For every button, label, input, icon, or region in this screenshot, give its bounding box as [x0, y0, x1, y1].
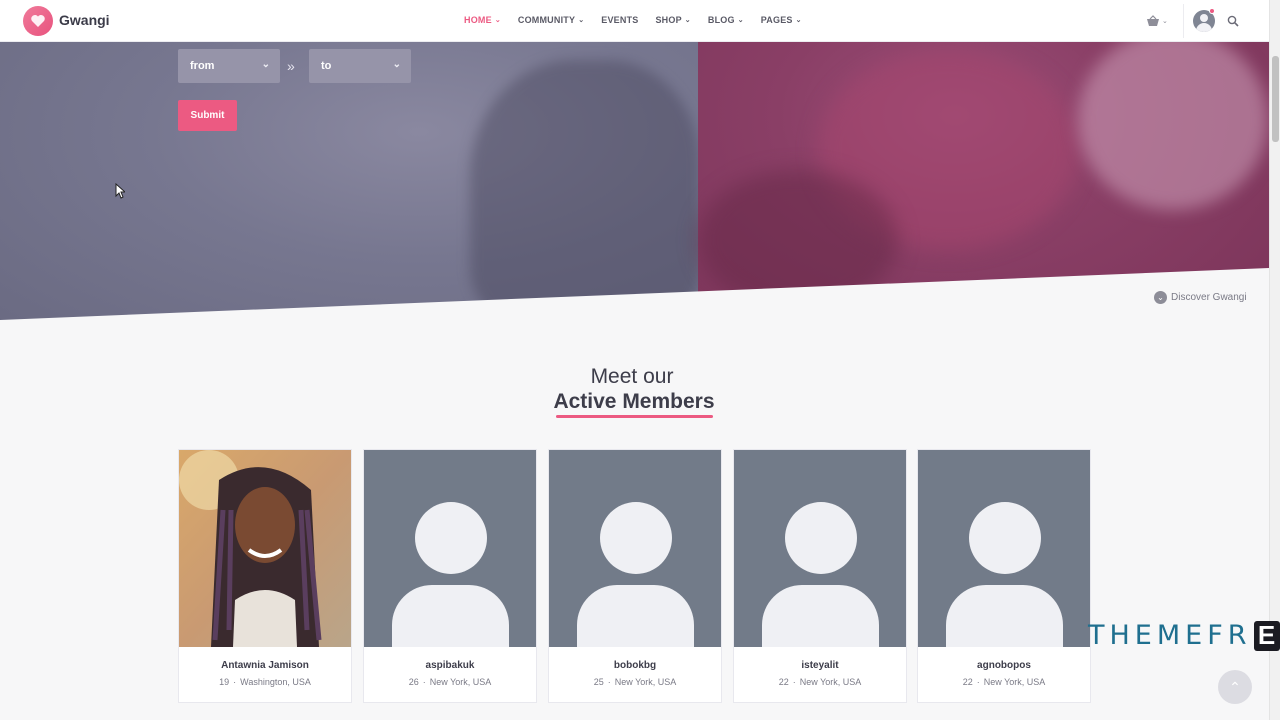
member-card[interactable]: Antawnia Jamison 19 · Washington, USA [178, 449, 352, 703]
main-menu: HOME ⌄ COMMUNITY ⌄ EVENTS SHOP ⌄ BLOG ⌄ PAGE… [464, 15, 819, 25]
discover-link[interactable]: ⌄ Discover Gwangi [1154, 291, 1247, 304]
top-navbar: Gwangi HOME ⌄ COMMUNITY ⌄ EVENTS SHOP ⌄ BLO… [0, 0, 1269, 42]
chevron-down-icon: ⌄ [737, 17, 744, 24]
member-placeholder-avatar[interactable] [734, 450, 906, 647]
menu-item-home[interactable]: HOME ⌄ [464, 15, 501, 25]
chevron-down-icon: ⌄ [261, 59, 270, 70]
member-placeholder-avatar[interactable] [364, 450, 536, 647]
page-scrollbar[interactable] [1269, 0, 1280, 720]
menu-item-shop[interactable]: SHOP ⌄ [655, 15, 690, 25]
watermark-letter: E [1253, 620, 1280, 651]
cart-icon [1147, 15, 1159, 26]
chevron-down-icon: ⌄ [392, 59, 401, 70]
brand-name[interactable]: Gwangi [59, 12, 110, 28]
menu-item-community[interactable]: COMMUNITY ⌄ [518, 15, 584, 25]
age-to-label: to [321, 60, 332, 72]
search-icon[interactable] [1227, 15, 1239, 27]
chevron-down-icon: ⌄ [494, 17, 501, 24]
chevron-up-icon: ⌃ [1229, 678, 1241, 695]
nav-divider [1183, 4, 1184, 38]
section-title: Active Members [553, 390, 715, 413]
chevron-down-icon: ⌄ [1162, 18, 1168, 25]
member-placeholder-avatar[interactable] [918, 450, 1090, 647]
cart-button[interactable]: ⌄ [1146, 14, 1172, 28]
age-from-label: from [190, 60, 215, 72]
member-placeholder-avatar[interactable] [549, 450, 721, 647]
age-from-select[interactable]: from ⌄ [178, 49, 280, 83]
menu-item-blog[interactable]: BLOG ⌄ [708, 15, 744, 25]
menu-item-pages[interactable]: PAGES ⌄ [761, 15, 802, 25]
member-card[interactable]: isteyalit 22 · New York, USA [733, 449, 907, 703]
hero-section: from ⌄ » to ⌄ Submit ⌄ Discover Gwangi [0, 0, 1269, 330]
member-card[interactable]: aspibakuk 26 · New York, USA [363, 449, 537, 703]
member-meta: 22 · New York, USA [962, 677, 1046, 687]
logo-icon[interactable] [23, 6, 53, 36]
member-meta: 25 · New York, USA [593, 677, 677, 687]
member-name[interactable]: agnobopos [918, 660, 1090, 671]
chevron-down-icon: ⌄ [795, 17, 802, 24]
back-to-top-button[interactable]: ⌃ [1218, 670, 1252, 704]
member-photo[interactable] [179, 450, 351, 647]
member-meta: 19 · Washington, USA [219, 677, 311, 687]
chevron-down-icon: ⌄ [684, 17, 691, 24]
title-underline [556, 415, 713, 418]
member-name[interactable]: Antawnia Jamison [179, 660, 351, 671]
watermark-logo: THEMEFR E [1088, 620, 1280, 651]
discover-label: Discover Gwangi [1171, 292, 1247, 303]
chevron-down-circle-icon: ⌄ [1154, 291, 1167, 304]
member-name[interactable]: bobokbg [549, 660, 721, 671]
member-name[interactable]: aspibakuk [364, 660, 536, 671]
double-arrow-icon: » [287, 58, 295, 74]
member-name[interactable]: isteyalit [734, 660, 906, 671]
age-to-select[interactable]: to ⌄ [309, 49, 411, 83]
section-subtitle: Meet our [590, 365, 674, 388]
submit-button[interactable]: Submit [178, 100, 237, 131]
member-meta: 22 · New York, USA [778, 677, 862, 687]
member-meta: 26 · New York, USA [408, 677, 492, 687]
chevron-down-icon: ⌄ [578, 17, 585, 24]
notification-badge [1209, 8, 1215, 14]
menu-item-events[interactable]: EVENTS [601, 15, 638, 25]
scrollbar-thumb[interactable] [1272, 56, 1279, 142]
member-card[interactable]: bobokbg 25 · New York, USA [548, 449, 722, 703]
mouse-cursor-icon [115, 183, 125, 199]
watermark-text: THEMEFR [1088, 620, 1252, 651]
member-card[interactable]: agnobopos 22 · New York, USA [917, 449, 1091, 703]
